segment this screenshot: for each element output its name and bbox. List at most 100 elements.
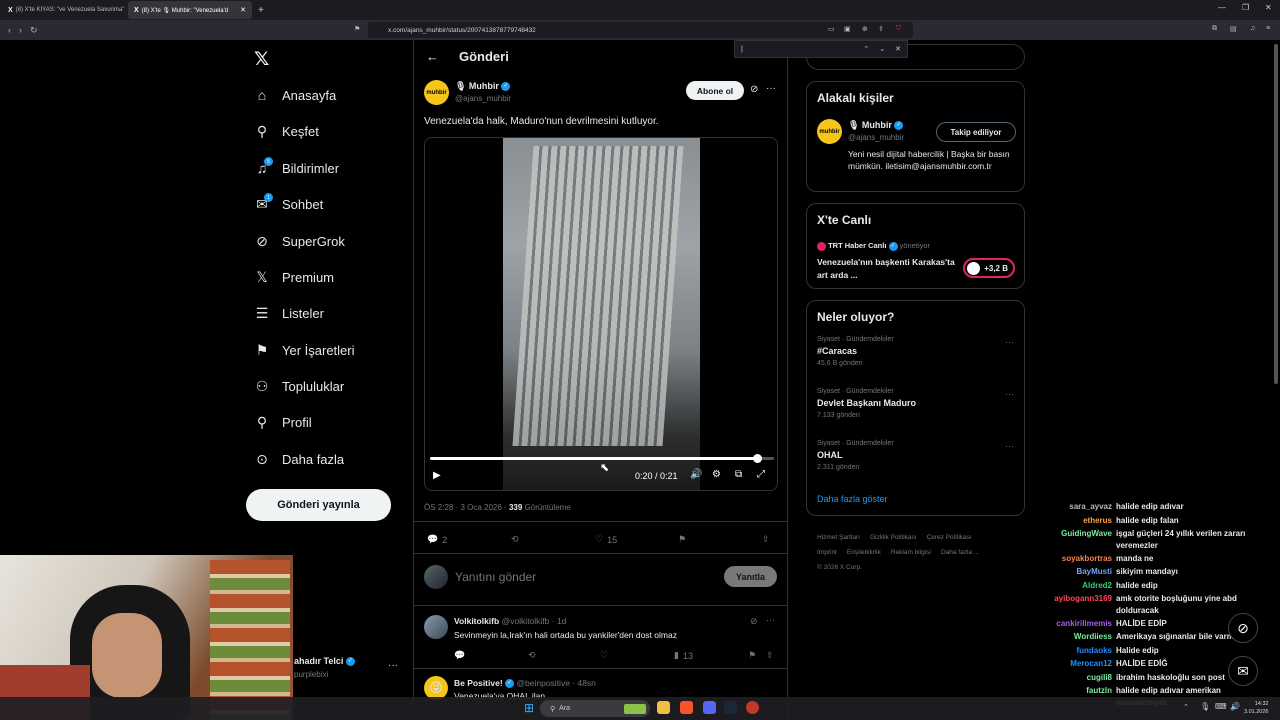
pip-icon[interactable]: ⧉ (735, 469, 742, 480)
sidebar-item-1[interactable]: ⌂ Anasayfa (254, 87, 336, 103)
sidebar-item-2[interactable]: ⚲ Keşfet (254, 123, 319, 139)
brave-browser-icon[interactable] (680, 701, 693, 714)
trend-item[interactable]: Siyaset · Gündemdekiler OHAL 2.311 gönderi… (807, 437, 1024, 489)
more-icon[interactable]: ··· (766, 615, 775, 625)
steam-icon[interactable] (724, 701, 737, 714)
find-close-icon[interactable]: ✕ (895, 45, 901, 53)
extensions-icon[interactable]: ⧉ (1212, 25, 1217, 33)
reply-action[interactable]: 💬 2 (427, 534, 447, 545)
more-icon[interactable]: ··· (1005, 337, 1014, 347)
live-host[interactable]: TRT Haber Canlı ✓ yönetiyor (817, 241, 930, 251)
footer-link[interactable]: Reklam bilgisi (891, 549, 931, 556)
speaker-icon[interactable]: 🔊 (1230, 702, 1240, 711)
grok-floating-button[interactable]: ⊘ (1228, 613, 1258, 643)
more-icon[interactable]: ··· (766, 83, 776, 94)
footer-link[interactable]: Daha fazla ... (941, 549, 979, 556)
bookmark-action[interactable]: ⚑ (678, 534, 686, 545)
sidebar-item-4[interactable]: ✉ 1 Sohbet (254, 193, 323, 212)
trend-item[interactable]: Siyaset · Gündemdekiler #Caracas 45,6 B gö… (807, 333, 1024, 385)
settings-icon[interactable]: ⚙ (712, 469, 721, 480)
taskbar-search[interactable]: ⚲ Ara (540, 700, 650, 717)
sidebar-item-10[interactable]: ⚲ Profil (254, 414, 312, 430)
zoom-icon[interactable]: ⊕ (862, 25, 868, 33)
account-name[interactable]: ahadır Telci ✓ (294, 656, 355, 667)
footer-link[interactable]: Hizmet Şartları (817, 534, 860, 541)
close-window-icon[interactable]: ✕ (1265, 3, 1272, 12)
footer-link[interactable]: Erişilebilirlik (847, 549, 881, 556)
page-scrollbar[interactable] (1274, 44, 1278, 384)
windows-start-icon[interactable]: ⊞ (524, 701, 534, 715)
author-avatar[interactable]: muhbir (424, 80, 449, 105)
find-next-icon[interactable]: ⌄ (879, 45, 885, 53)
author-handle[interactable]: @ajans_muhbir (455, 94, 511, 103)
menu-icon[interactable]: ≡ (1266, 25, 1270, 32)
find-prev-icon[interactable]: ⌃ (863, 45, 869, 53)
find-bar[interactable]: | ⌃ ⌄ ✕ (734, 40, 908, 58)
x-logo-icon[interactable]: 𝕏 (254, 48, 269, 71)
grok-icon[interactable]: ⊘ (750, 84, 758, 95)
clock[interactable]: 14:32 3.01.2026 (1244, 700, 1268, 716)
file-explorer-icon[interactable] (657, 701, 670, 714)
grok-icon[interactable]: ⊘ (750, 616, 758, 627)
video-scrub-handle[interactable] (752, 454, 762, 463)
footer-link[interactable]: Gizlilik Politikası (870, 534, 917, 541)
network-icon[interactable]: ⌨ (1215, 702, 1227, 711)
bookmark-page-icon[interactable]: ⚑ (354, 25, 360, 33)
screen-icon[interactable]: ▭ (828, 25, 835, 33)
fullscreen-icon[interactable]: ⤢ (757, 469, 765, 480)
show-more-link[interactable]: Daha fazla göster (817, 494, 888, 504)
sidebar-item-6[interactable]: 𝕏 Premium (254, 269, 334, 285)
forward-icon[interactable]: › (19, 25, 22, 35)
brave-shield-icon[interactable]: ⛉ (896, 25, 901, 33)
share-action[interactable]: ⇪ (762, 534, 770, 545)
find-input[interactable]: | (741, 46, 853, 53)
back-arrow-icon[interactable]: ← (426, 49, 439, 64)
sidebar-item-11[interactable]: ⊙ Daha fazla (254, 451, 344, 467)
reply-avatar[interactable] (424, 615, 448, 639)
following-button[interactable]: Takip ediliyor (936, 122, 1016, 142)
volume-icon[interactable]: 🔊 (690, 469, 702, 480)
sidebar-item-7[interactable]: ☰ Listeler (254, 305, 324, 321)
obs-icon[interactable] (746, 701, 759, 714)
sidebar-item-5[interactable]: ⊘ SuperGrok (254, 233, 345, 249)
repost-action[interactable]: ⟲ (511, 534, 519, 545)
reply-button[interactable]: Yanıtla (724, 566, 777, 587)
repost-action[interactable]: ⟲ (528, 650, 536, 661)
reply-author[interactable]: Volkitolkifb @volkitolkifb · 1d (454, 616, 566, 626)
more-icon[interactable]: ··· (1005, 441, 1014, 451)
related-name[interactable]: 🎙 Muhbir ✓ (848, 120, 904, 131)
reply-action[interactable]: 💬 (454, 650, 465, 661)
messages-floating-button[interactable]: ✉ (1228, 656, 1258, 686)
reply-author[interactable]: Be Positive! ✓ @beinpositive · 48sn (454, 678, 596, 689)
video-progress-bar[interactable] (430, 454, 774, 463)
author-name[interactable]: 🎙 Muhbir ✓ (455, 81, 511, 92)
restore-icon[interactable]: ❐ (1242, 3, 1249, 12)
wallet-icon[interactable]: ▤ (1230, 25, 1237, 33)
footer-link[interactable]: Çerez Politikası (927, 534, 972, 541)
tray-chevron-icon[interactable]: ⌃ (1183, 703, 1189, 711)
live-headline[interactable]: Venezuela'nın başkenti Karakas'ta art ar… (817, 256, 957, 282)
video-player[interactable]: ▶ 0:20 / 0:21 🔊 ⚙ ⧉ ⤢ (424, 137, 778, 491)
account-more-icon[interactable]: ··· (388, 660, 398, 671)
share-action[interactable]: ⇪ (766, 650, 774, 661)
close-tab-icon[interactable]: ✕ (240, 6, 246, 14)
live-listeners[interactable]: +3,2 B (963, 258, 1015, 278)
reload-icon[interactable]: ↻ (30, 25, 38, 36)
views-action[interactable]: ▮ 13 (674, 650, 693, 661)
reader-icon[interactable]: ▣ (844, 25, 851, 33)
sidebar-item-9[interactable]: ⚇ Topluluklar (254, 378, 344, 394)
like-action[interactable]: ♡ 15 (595, 534, 617, 545)
sidebar-item-3[interactable]: ♫ 5 Bildirimler (254, 157, 339, 176)
related-avatar[interactable]: muhbir (817, 119, 842, 144)
new-tab-icon[interactable]: + (258, 5, 264, 16)
footer-link[interactable]: Imprint (817, 549, 837, 556)
microphone-icon[interactable]: 🎙 (1200, 702, 1210, 711)
media-icon[interactable]: ♫ (1250, 25, 1255, 32)
minimize-icon[interactable]: — (1218, 3, 1226, 12)
reply-input[interactable]: Yanıtını gönder (455, 570, 536, 584)
bookmark-action[interactable]: ⚑ (748, 650, 756, 661)
post-button[interactable]: Gönderi yayınla (246, 489, 391, 521)
discord-icon[interactable] (703, 701, 716, 714)
browser-tab-2[interactable]: X (8) X'te 🎙 Muhbir: "Venezuela'd ✕ (128, 1, 252, 19)
more-icon[interactable]: ··· (1005, 389, 1014, 399)
